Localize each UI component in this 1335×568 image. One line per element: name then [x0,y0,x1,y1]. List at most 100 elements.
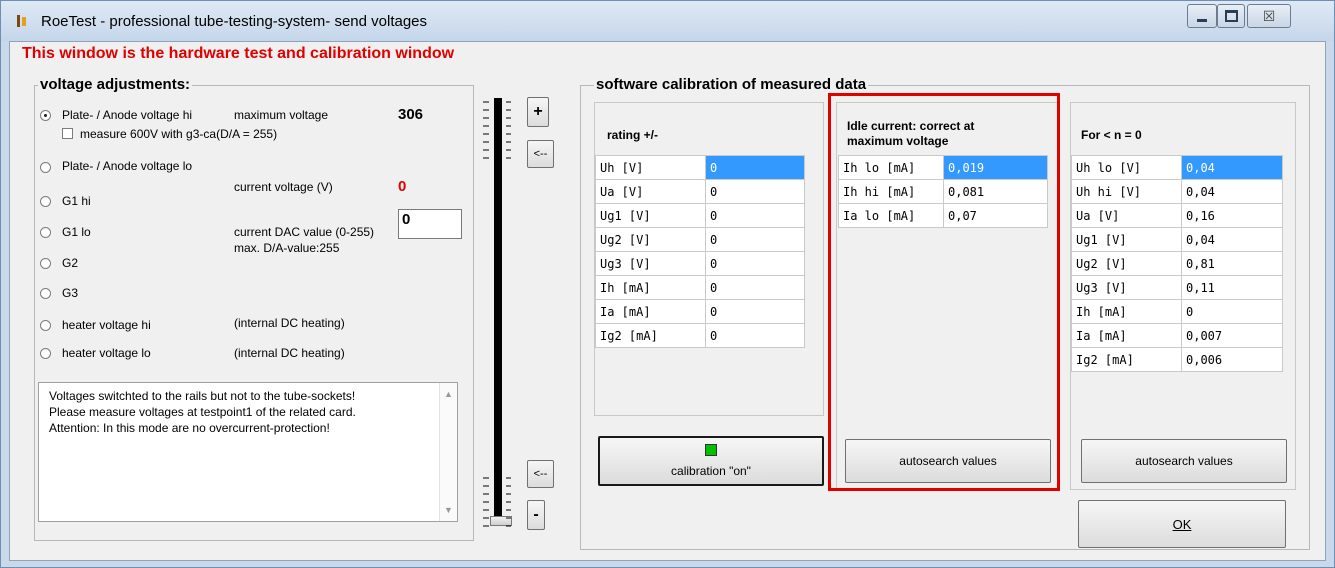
table-cell[interactable]: 0,04 [1181,227,1283,252]
table-cell: Uh [V] [595,155,706,180]
radio-button-icon[interactable] [40,320,51,331]
close-button[interactable]: ☒ [1247,4,1291,28]
maximize-button[interactable] [1217,4,1245,28]
info-memo[interactable]: Voltages switchted to the rails but not … [38,382,458,522]
minimize-button[interactable] [1187,4,1217,28]
rating-table[interactable]: Uh [V] 0 Ua [V] 0 Ug1 [V] 0 Ug2 [V] 0 Ug3 [V… [595,155,805,348]
table-cell[interactable]: 0 [705,155,805,180]
table-cell[interactable]: 0 [705,299,805,324]
table-row: Ug2 [V] 0,81 [1071,251,1283,276]
table-cell: Ig2 [mA] [1071,347,1182,372]
memo-line: Attention: In this mode are no overcurre… [49,421,330,435]
rating-heading: rating +/- [607,128,659,142]
voltage-slider-ticks-right [504,98,514,530]
table-cell: Ig2 [mA] [595,323,706,348]
table-cell: Ua [V] [595,179,706,204]
radio-button-icon[interactable] [40,288,51,299]
table-cell[interactable]: 0,006 [1181,347,1283,372]
maximize-icon [1224,10,1238,22]
radio-plate-hi[interactable] [40,110,51,121]
radio-label-g3[interactable]: G3 [62,286,78,300]
table-cell[interactable]: 0,16 [1181,203,1283,228]
dac-max-label: max. D/A-value:255 [234,241,340,255]
table-cell: Uh hi [V] [1071,179,1182,204]
radio-button-icon[interactable] [40,196,51,207]
table-row: Ig2 [mA] 0 [595,323,805,348]
table-cell[interactable]: 0,007 [1181,323,1283,348]
table-row: Ia [mA] 0 [595,299,805,324]
n0-table[interactable]: Uh lo [V] 0,04 Uh hi [V] 0,04 Ua [V] 0,16 U… [1071,155,1283,372]
table-row: Uh hi [V] 0,04 [1071,179,1283,204]
table-cell[interactable]: 0,11 [1181,275,1283,300]
voltage-slider-ticks-left [481,98,495,530]
table-cell[interactable]: 0,81 [1181,251,1283,276]
memo-line: Voltages switchted to the rails but not … [49,389,356,403]
calibration-group-title: software calibration of measured data [594,76,869,93]
window-title: RoeTest - professional tube-testing-syst… [41,13,428,30]
table-cell[interactable]: 0 [705,203,805,228]
radio-button-icon[interactable] [40,162,51,173]
table-row: Ug1 [V] 0,04 [1071,227,1283,252]
memo-scrollbar[interactable]: ▲ ▼ [439,383,457,521]
table-row: Ig2 [mA] 0,006 [1071,347,1283,372]
voltage-slider-track[interactable] [494,98,502,526]
table-cell: Ih [mA] [595,275,706,300]
memo-line: Please measure voltages at testpoint1 of… [49,405,356,419]
radio-label-plate-hi[interactable]: Plate- / Anode voltage hi [62,108,192,122]
table-cell[interactable]: 0 [705,179,805,204]
table-cell: Ug3 [V] [1071,275,1182,300]
radio-label-g1-hi[interactable]: G1 hi [62,194,91,208]
step-back-top-button[interactable]: <-- [527,140,554,168]
measure-600v-checkbox[interactable] [62,128,73,139]
table-cell[interactable]: 0 [1181,299,1283,324]
ok-button[interactable]: OK [1078,500,1286,548]
heater-hi-note: (internal DC heating) [234,316,345,330]
step-back-bottom-button[interactable]: <-- [527,460,554,488]
table-cell[interactable]: 0 [705,251,805,276]
n0-panel: For < n = 0 Uh lo [V] 0,04 Uh hi [V] 0,04 … [1070,102,1296,490]
dac-value-input[interactable]: 0 [398,209,462,239]
table-row: Ua [V] 0,16 [1071,203,1283,228]
increase-voltage-button[interactable]: + [527,97,549,127]
radio-label-g2[interactable]: G2 [62,256,78,270]
radio-label-heater-lo[interactable]: heater voltage lo [62,346,151,360]
decrease-voltage-button[interactable]: - [527,500,545,530]
close-icon: ☒ [1262,7,1276,24]
radio-button-icon[interactable] [40,348,51,359]
title-bar[interactable]: RoeTest - professional tube-testing-syst… [1,1,1334,41]
table-cell[interactable]: 0 [705,227,805,252]
table-row: Ug2 [V] 0 [595,227,805,252]
table-cell: Ug1 [V] [595,203,706,228]
table-row: Ih [mA] 0 [595,275,805,300]
minimize-icon [1197,18,1207,22]
table-cell[interactable]: 0 [705,323,805,348]
calibration-on-button[interactable]: calibration "on" [598,436,824,486]
scroll-down-icon[interactable]: ▼ [444,505,453,515]
table-cell: Ua [V] [1071,203,1182,228]
measure-600v-label[interactable]: measure 600V with g3-ca(D/A = 255) [80,127,277,141]
rating-panel: rating +/- Uh [V] 0 Ua [V] 0 Ug1 [V] 0 Ug2 … [594,102,824,416]
radio-button-icon[interactable] [40,227,51,238]
table-cell[interactable]: 0,04 [1181,155,1283,180]
current-voltage-value: 0 [398,178,407,195]
table-row: Ug3 [V] 0 [595,251,805,276]
n0-heading: For < n = 0 [1081,128,1142,142]
radio-button-icon[interactable] [40,110,51,121]
calibration-window-banner: This window is the hardware test and cal… [22,45,455,62]
table-row: Ia [mA] 0,007 [1071,323,1283,348]
radio-label-g1-lo[interactable]: G1 lo [62,225,91,239]
max-voltage-value: 306 [398,106,424,123]
current-voltage-label: current voltage (V) [234,180,333,194]
radio-label-plate-lo[interactable]: Plate- / Anode voltage lo [62,159,192,173]
radio-label-heater-hi[interactable]: heater voltage hi [62,318,151,332]
app-icon [15,14,29,28]
table-row: Uh lo [V] 0,04 [1071,155,1283,180]
table-cell[interactable]: 0,04 [1181,179,1283,204]
table-cell: Ug1 [V] [1071,227,1182,252]
table-row: Ih [mA] 0 [1071,299,1283,324]
n0-autosearch-button[interactable]: autosearch values [1081,439,1287,483]
table-cell[interactable]: 0 [705,275,805,300]
scroll-up-icon[interactable]: ▲ [444,389,453,399]
radio-button-icon[interactable] [40,258,51,269]
table-cell: Ia [mA] [595,299,706,324]
